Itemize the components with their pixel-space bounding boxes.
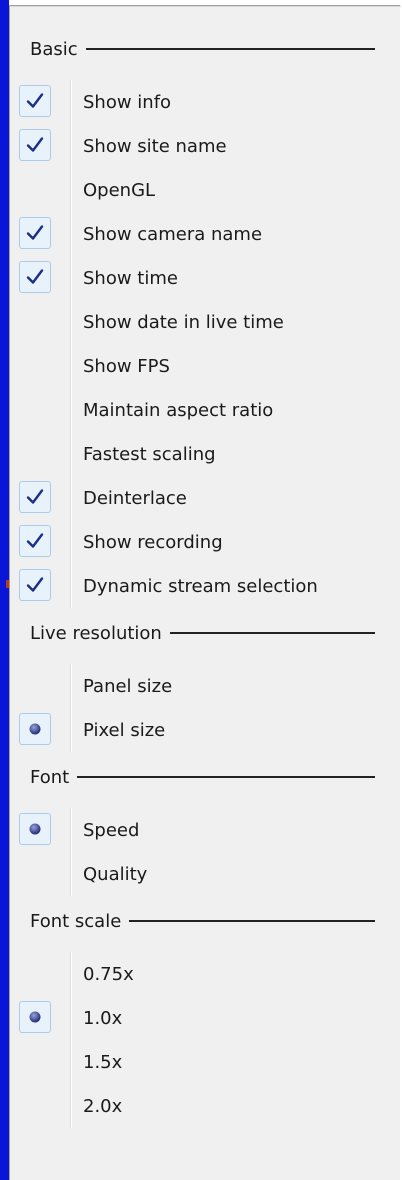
radio-selected [19,713,51,745]
checkmark-icon [26,269,44,284]
section-title: Font [30,766,70,788]
checkbox-checked [19,129,51,161]
section-title: Basic [30,38,78,60]
menu-item-label: 1.5x [83,1051,123,1073]
checkbox-checked [19,217,51,249]
menu-item-1-5x[interactable]: 1.5x [10,1040,401,1084]
menu-item-opengl[interactable]: OpenGL [10,168,401,212]
menu-top-border [10,6,401,7]
checkbox-checked [19,569,51,601]
radio-dot-icon [29,1011,41,1023]
menu-item-label: Maintain aspect ratio [83,399,274,421]
checkmark-icon [26,577,44,592]
context-menu: Basic Show info Show site name OpenGL Show c… [9,5,401,1180]
menu-item-pixel-size[interactable]: Pixel size [10,708,401,752]
app-window: Basic Show info Show site name OpenGL Show c… [0,0,402,1180]
menu-item-show-date-in-live-time[interactable]: Show date in live time [10,300,401,344]
menu-item-deinterlace[interactable]: Deinterlace [10,476,401,520]
menu-item-show-fps[interactable]: Show FPS [10,344,401,388]
checkmark-icon [26,137,44,152]
menu-item-label: Fastest scaling [83,443,216,465]
section-rule [77,776,376,778]
menu-item-show-time[interactable]: Show time [10,256,401,300]
menu-item-2-0x[interactable]: 2.0x [10,1084,401,1128]
window-edge [0,0,9,1180]
checkmark-icon [26,225,44,240]
menu-item-dynamic-stream-selection[interactable]: Dynamic stream selection [10,564,401,608]
menu-item-label: Dynamic stream selection [83,575,318,597]
menu-item-label: Panel size [83,675,173,697]
menu-item-label: 0.75x [83,963,134,985]
menu-item-label: Show camera name [83,223,263,245]
section-header: Font [30,762,376,792]
radio-selected [19,813,51,845]
menu-item-speed[interactable]: Speed [10,808,401,852]
menu-item-label: Speed [83,819,140,841]
menu-item-label: Show info [83,91,172,113]
section-header: Live resolution [30,618,375,648]
menu-item-0-75x[interactable]: 0.75x [10,952,401,996]
menu-item-1-0x[interactable]: 1.0x [10,996,401,1040]
menu-item-label: Show FPS [83,355,170,377]
menu-item-show-camera-name[interactable]: Show camera name [10,212,401,256]
checkmark-icon [26,93,44,108]
menu-item-label: Deinterlace [83,487,187,509]
menu-item-label: 1.0x [83,1007,123,1029]
menu-item-label: Pixel size [83,719,166,741]
section-rule [85,48,375,50]
menu-item-label: 2.0x [83,1095,123,1117]
section-title: Font scale [30,910,122,932]
radio-dot-icon [29,823,41,835]
radio-selected [19,1001,51,1033]
checkbox-checked [19,481,51,513]
menu-item-quality[interactable]: Quality [10,852,401,896]
menu-item-label: Show date in live time [83,311,284,333]
menu-item-show-site-name[interactable]: Show site name [10,124,401,168]
menu-item-panel-size[interactable]: Panel size [10,664,401,708]
menu-item-label: Show site name [83,135,227,157]
menu-item-label: Quality [83,863,148,885]
menu-item-show-recording[interactable]: Show recording [10,520,401,564]
menu-item-fastest-scaling[interactable]: Fastest scaling [10,432,401,476]
checkbox-checked [19,525,51,557]
checkmark-icon [26,533,44,548]
menu-item-maintain-aspect-ratio[interactable]: Maintain aspect ratio [10,388,401,432]
section-rule [129,920,376,922]
checkmark-icon [26,489,44,504]
menu-item-label: Show recording [83,531,223,553]
radio-dot-icon [29,723,41,735]
section-rule [169,632,375,634]
section-header: Basic [30,34,375,64]
menu-item-label: Show time [83,267,178,289]
section-header: Font scale [30,906,376,936]
menu-item-show-info[interactable]: Show info [10,80,401,124]
checkbox-checked [19,261,51,293]
checkbox-checked [19,85,51,117]
menu-item-label: OpenGL [83,179,156,201]
section-title: Live resolution [30,622,162,644]
